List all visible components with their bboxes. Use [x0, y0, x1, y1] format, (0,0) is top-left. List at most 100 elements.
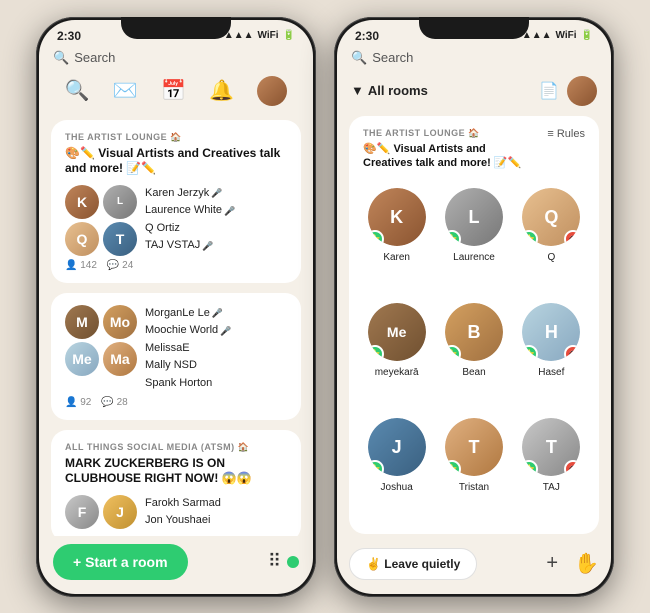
- left-phone: 2:30 ▲▲▲ WiFi 🔋 🔍 Search 🔍 ✉️ 📅 🔔: [36, 17, 316, 597]
- speaker-avatar-q: Q ⭐ 🔇: [520, 186, 582, 248]
- search-icon-right: 🔍: [351, 50, 367, 66]
- profile-avatar[interactable]: [257, 76, 287, 106]
- inbox-icon[interactable]: ✉️: [113, 78, 138, 103]
- room-tag-1: THE ARTIST LOUNGE 🏠: [65, 132, 287, 143]
- speaker-cell-laurence[interactable]: L ⭐ Laurence: [440, 186, 507, 291]
- avatar-karen: K: [65, 185, 99, 219]
- speaker-badge-tristan: ⭐: [443, 460, 461, 478]
- search-nav-icon[interactable]: 🔍: [65, 78, 90, 103]
- compose-icon[interactable]: 📄: [539, 81, 559, 101]
- speaker-avatar-joshua: J ⭐: [366, 416, 428, 478]
- bottom-bar-left: + Start a room ⠿: [39, 536, 313, 594]
- avatar-q: Q: [65, 222, 99, 256]
- speaker-cell-bean[interactable]: B ⭐ Bean: [440, 301, 507, 406]
- search-label-right: Search: [372, 50, 413, 65]
- speaker-badge-joshua: ⭐: [366, 460, 384, 478]
- nav-bar-left: 🔍 ✉️ 📅 🔔: [39, 72, 313, 114]
- speaker-name-bean: Bean: [462, 367, 485, 378]
- avatar-laurence: L: [103, 185, 137, 219]
- room-bottom-bar: ✌️ Leave quietly + ✋: [337, 538, 611, 594]
- avatar-morganle: M: [65, 305, 99, 339]
- speaker-name-laurence: Laurence: [453, 252, 495, 263]
- rules-button[interactable]: ≡ Rules: [547, 128, 585, 140]
- speaker-cell-joshua[interactable]: J ⭐ Joshua: [363, 416, 430, 521]
- speaker-badge-karen: ⭐: [366, 230, 384, 248]
- speaker-avatar-meyekara: Me ⭐: [366, 301, 428, 363]
- speaker-name-meyekara: meyekarā: [375, 367, 419, 378]
- muted-icon-taj: 🔇: [564, 460, 582, 478]
- speaker-name-tristan: Tristan: [459, 482, 489, 493]
- room-speakers-3: Farokh Sarmad Jon Youshaei: [145, 495, 287, 530]
- all-rooms-label[interactable]: ▼ All rooms: [351, 83, 428, 98]
- room-action-icons: + ✋: [546, 551, 599, 576]
- calendar-icon[interactable]: 📅: [161, 78, 186, 103]
- bell-icon[interactable]: 🔔: [209, 78, 234, 103]
- chevron-down-icon: ▼: [351, 83, 364, 98]
- speaker-name-hasef: Hasef: [538, 367, 564, 378]
- search-bar-right[interactable]: 🔍 Search: [337, 48, 611, 72]
- add-room-icon[interactable]: +: [546, 552, 558, 575]
- speakers-grid: K ⭐ Karen L ⭐ Laurence: [363, 186, 585, 521]
- profile-avatar-right[interactable]: [567, 76, 597, 106]
- avatar-melissa: Me: [65, 342, 99, 376]
- search-bar-left[interactable]: 🔍 Search: [39, 48, 313, 72]
- speaker-avatar-laurence: L ⭐: [443, 186, 505, 248]
- speaker-badge-laurence: ⭐: [443, 230, 461, 248]
- raise-hand-icon[interactable]: ✋: [574, 551, 599, 576]
- avatar-farokh: F: [65, 495, 99, 529]
- speaker-name-taj: TAJ: [543, 482, 560, 493]
- muted-icon-q: 🔇: [564, 230, 582, 248]
- speaker-badge-bean: ⭐: [443, 345, 461, 363]
- search-icon-left: 🔍: [53, 50, 69, 66]
- rooms-list: THE ARTIST LOUNGE 🏠 🎨✏️ Visual Artists a…: [39, 114, 313, 536]
- room-card-1[interactable]: THE ARTIST LOUNGE 🏠 🎨✏️ Visual Artists a…: [51, 120, 301, 283]
- notch-right: [419, 17, 529, 39]
- room-card-3[interactable]: ALL THINGS SOCIAL MEDIA (ATSM) 🏠 MARK ZU…: [51, 430, 301, 536]
- room-speakers-2: MorganLe Le🎤 Moochie World🎤 MelissaE Mal…: [145, 305, 287, 393]
- speaker-badge-q: ⭐: [520, 230, 538, 248]
- speaker-name-q: Q: [547, 252, 555, 263]
- room-title-1: 🎨✏️ Visual Artists and Creatives talk an…: [65, 146, 287, 177]
- right-phone: 2:30 ▲▲▲ WiFi 🔋 🔍 Search ▼ All rooms: [334, 17, 614, 597]
- speaker-badge-meyekara: ⭐: [366, 345, 384, 363]
- search-label-left: Search: [74, 50, 115, 65]
- room-detail-title: 🎨✏️ Visual Artists andCreatives talk and…: [363, 142, 521, 171]
- speaker-badge-hasef: ⭐: [520, 345, 538, 363]
- speaker-avatar-hasef: H ⭐ 🔇: [520, 301, 582, 363]
- leave-quietly-button[interactable]: ✌️ Leave quietly: [349, 548, 477, 580]
- room-detail-tag: THE ARTIST LOUNGE 🏠: [363, 128, 521, 139]
- notch: [121, 17, 231, 39]
- room-stats-1: 👤 142 💬 24: [65, 260, 287, 271]
- room-detail-header: THE ARTIST LOUNGE 🏠 🎨✏️ Visual Artists a…: [363, 128, 585, 171]
- room-speakers-1: Karen Jerzyk🎤 Laurence White🎤 Q Ortiz TA…: [145, 185, 287, 256]
- speaker-avatar-karen: K ⭐: [366, 186, 428, 248]
- speaker-name-karen: Karen: [383, 252, 410, 263]
- grid-icon[interactable]: ⠿: [268, 551, 281, 572]
- status-icons-right: ▲▲▲ WiFi 🔋: [522, 30, 593, 41]
- avatar-mally: Ma: [103, 342, 137, 376]
- speaker-avatar-tristan: T ⭐: [443, 416, 505, 478]
- status-icons-left: ▲▲▲ WiFi 🔋: [224, 30, 295, 41]
- speaker-cell-q[interactable]: Q ⭐ 🔇 Q: [518, 186, 585, 291]
- speaker-cell-tristan[interactable]: T ⭐ Tristan: [440, 416, 507, 521]
- speaker-avatar-bean: B ⭐: [443, 301, 505, 363]
- avatar-taj: T: [103, 222, 137, 256]
- online-indicator: [287, 556, 299, 568]
- speaker-cell-karen[interactable]: K ⭐ Karen: [363, 186, 430, 291]
- room-title-3: MARK ZUCKERBERG IS ON CLUBHOUSE RIGHT NO…: [65, 456, 287, 487]
- all-rooms-bar: ▼ All rooms 📄: [337, 72, 611, 112]
- time-right: 2:30: [355, 29, 379, 43]
- speaker-avatar-taj: T ⭐ 🔇: [520, 416, 582, 478]
- speaker-badge-taj: ⭐: [520, 460, 538, 478]
- muted-icon-hasef: 🔇: [564, 345, 582, 363]
- room-card-2[interactable]: M Mo Me Ma MorganLe Le🎤 Moochie World🎤: [51, 293, 301, 420]
- room-stats-2: 👤 92 💬 28: [65, 397, 287, 408]
- speaker-cell-taj[interactable]: T ⭐ 🔇 TAJ: [518, 416, 585, 521]
- avatar-jon: J: [103, 495, 137, 529]
- speaker-cell-meyekara[interactable]: Me ⭐ meyekarā: [363, 301, 430, 406]
- avatar-moochie: Mo: [103, 305, 137, 339]
- speaker-cell-hasef[interactable]: H ⭐ 🔇 Hasef: [518, 301, 585, 406]
- time-left: 2:30: [57, 29, 81, 43]
- room-detail-card: THE ARTIST LOUNGE 🏠 🎨✏️ Visual Artists a…: [349, 116, 599, 534]
- start-room-button[interactable]: + Start a room: [53, 544, 188, 580]
